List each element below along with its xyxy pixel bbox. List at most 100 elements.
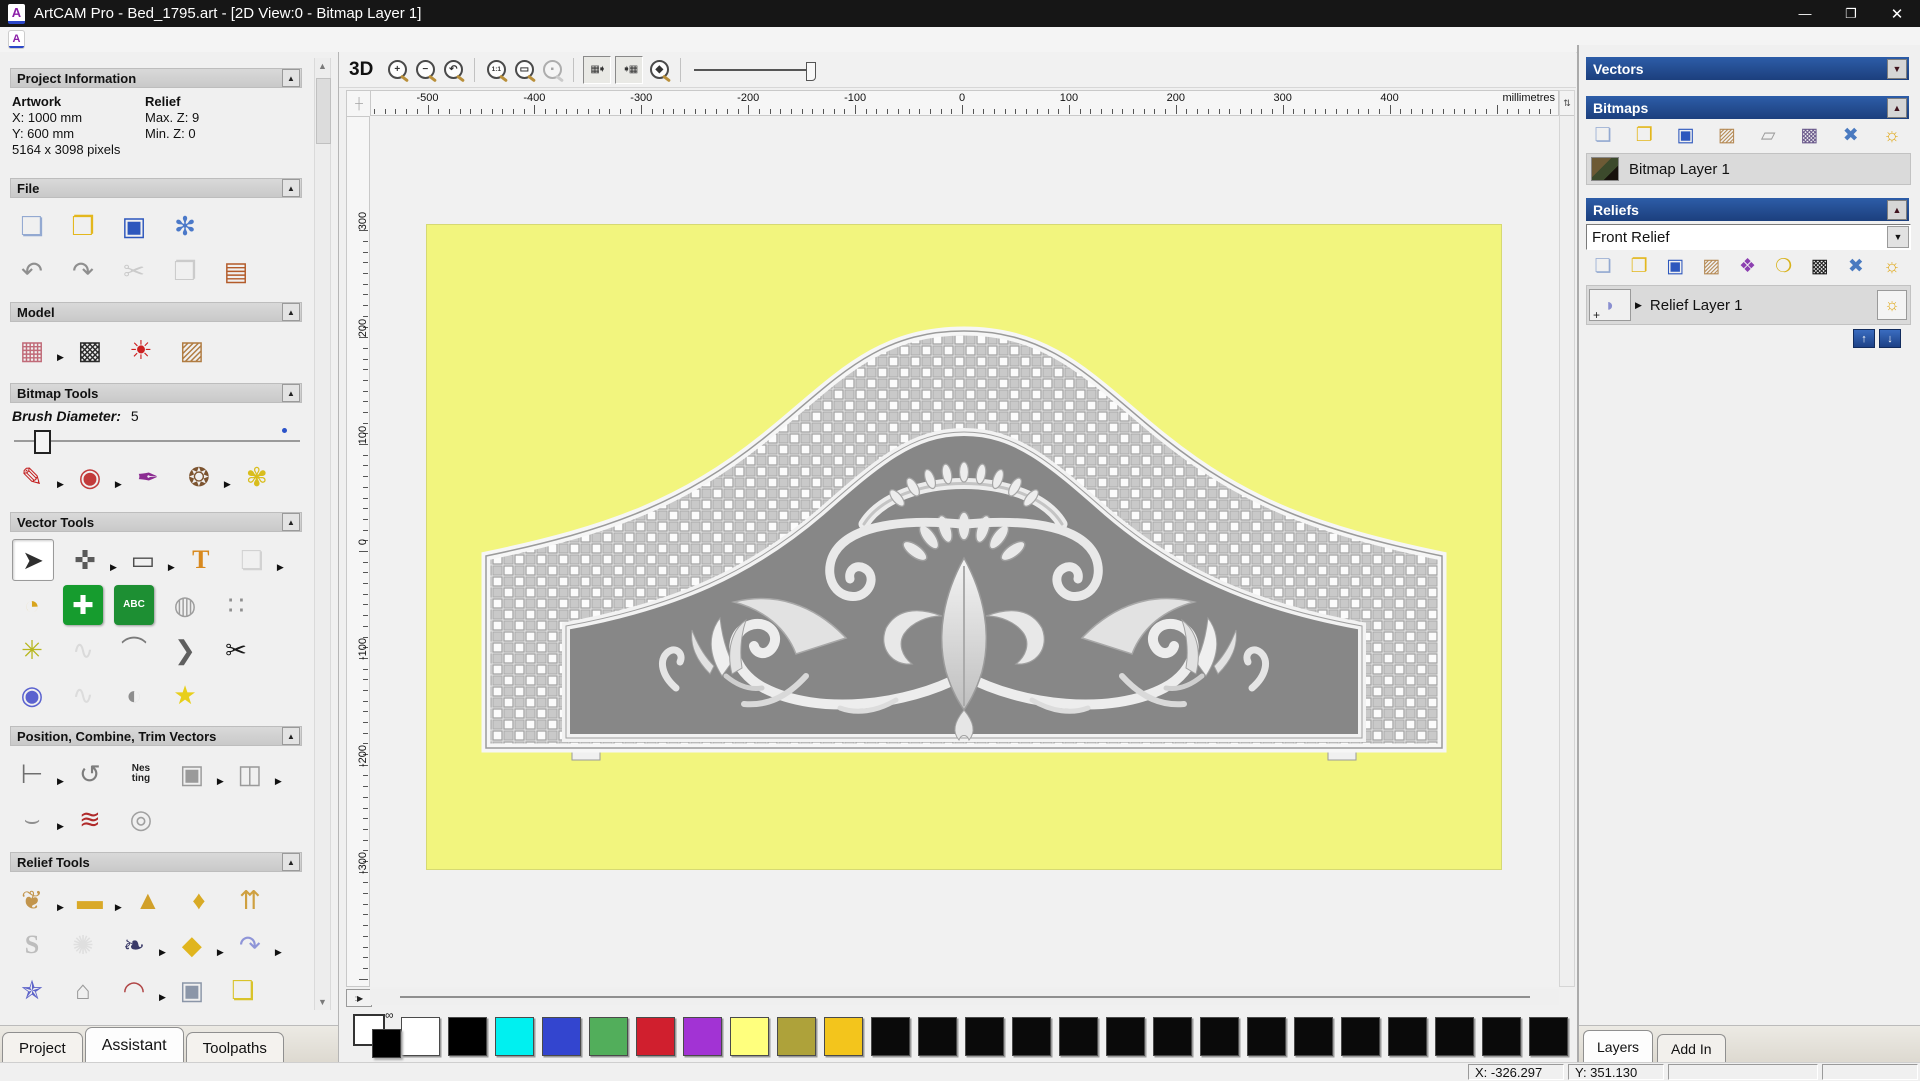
- zoom-in-button-icon[interactable]: +: [384, 57, 410, 83]
- open-relief-layer-icon[interactable]: ❐: [1626, 253, 1652, 279]
- maximize-icon[interactable]: ❐: [1828, 0, 1874, 27]
- face-wizard-icon[interactable]: ❧: [114, 925, 154, 965]
- merge-relief-layer-icon[interactable]: ▨: [1698, 253, 1724, 279]
- visibility-bulb-icon[interactable]: ☼: [1877, 290, 1907, 320]
- section-header-file[interactable]: File ▲: [10, 178, 302, 198]
- collapse-icon[interactable]: ▲: [282, 513, 300, 531]
- combine-relief-layers-icon[interactable]: ❖: [1735, 253, 1761, 279]
- move-layer-down-icon[interactable]: ↓: [1879, 329, 1901, 348]
- flyout-arrow-icon[interactable]: ▶: [275, 776, 282, 787]
- offset-relief-icon[interactable]: ↷: [230, 925, 270, 965]
- create-polyline-icon[interactable]: ✚: [63, 585, 103, 625]
- snap-points-icon[interactable]: ∷: [216, 585, 256, 625]
- chevron-down-icon[interactable]: ▼: [1887, 226, 1909, 248]
- contrast-slider[interactable]: [694, 60, 822, 81]
- vectors-header[interactable]: Vectors ▼: [1586, 57, 1909, 80]
- greyscale-relief-view-icon[interactable]: ▩: [1807, 253, 1833, 279]
- toggle-vector-visibility-button[interactable]: ➧▦: [615, 55, 644, 84]
- slider-handle[interactable]: [34, 430, 51, 454]
- tab-add-in[interactable]: Add In: [1657, 1034, 1726, 1063]
- section-header-relief-tools[interactable]: Relief Tools ▲: [10, 852, 302, 872]
- sculpting-icon[interactable]: S: [12, 925, 52, 965]
- node-editing-icon[interactable]: ✳: [12, 630, 52, 670]
- section-header-position-combine-trim[interactable]: Position, Combine, Trim Vectors ▲: [10, 726, 302, 746]
- colour-swatch[interactable]: [1388, 1016, 1427, 1056]
- colour-swatch[interactable]: [1294, 1016, 1333, 1056]
- relief-layer-row[interactable]: ◗ + ▶ Relief Layer 1 ☼: [1586, 285, 1911, 325]
- paste-text-block-icon[interactable]: ABC: [114, 585, 154, 625]
- swept-profile-icon[interactable]: ◠: [114, 970, 154, 1010]
- canvas-horizontal-scrollbar[interactable]: [370, 989, 1559, 1005]
- delete-bitmap-layer-icon[interactable]: ✖: [1838, 122, 1864, 148]
- colour-swatch[interactable]: [495, 1016, 534, 1056]
- colour-swatch[interactable]: [1106, 1016, 1145, 1056]
- colour-swatch[interactable]: [918, 1016, 957, 1056]
- ruler-origin-icon[interactable]: ┼: [346, 90, 372, 118]
- tab-layers[interactable]: Layers: [1583, 1030, 1654, 1063]
- scrollbar-thumb[interactable]: [400, 996, 1530, 998]
- create-mesh-icon[interactable]: ◍: [165, 585, 205, 625]
- ruler-toggle-icon[interactable]: ⇅: [1560, 91, 1574, 116]
- left-panel-scrollbar[interactable]: ▲ ▼: [314, 58, 331, 1010]
- flyout-arrow-icon[interactable]: ▶: [217, 776, 224, 787]
- tab-assistant[interactable]: Assistant: [84, 1027, 184, 1062]
- create-star-icon[interactable]: ★: [165, 675, 205, 715]
- section-header-project-information[interactable]: Project Information ▲: [10, 68, 302, 88]
- join-vectors-icon[interactable]: ⌣: [12, 799, 52, 839]
- flyout-arrow-icon[interactable]: ▶: [115, 902, 122, 913]
- zoom-1to1-button-icon[interactable]: 1:1: [483, 57, 509, 83]
- measure-tool-icon[interactable]: ◔: [12, 585, 52, 625]
- flyout-arrow-icon[interactable]: ▶: [277, 562, 284, 573]
- scroll-down-icon[interactable]: ▼: [315, 994, 330, 1010]
- colour-swatch[interactable]: [1529, 1016, 1568, 1056]
- flyout-arrow-icon[interactable]: ▶: [1635, 300, 1642, 311]
- create-text-icon[interactable]: T: [181, 540, 221, 580]
- paste-icon[interactable]: ▤: [216, 251, 256, 291]
- collapse-icon[interactable]: ▲: [282, 179, 300, 197]
- text-on-curve-icon[interactable]: ↺: [70, 754, 110, 794]
- zoom-previous-button-icon[interactable]: ↶: [440, 57, 466, 83]
- relief-layer-thumbnail[interactable]: ◗ +: [1589, 289, 1631, 322]
- flyout-arrow-icon[interactable]: ▶: [168, 562, 175, 573]
- flyout-arrow-icon[interactable]: ▶: [57, 902, 64, 913]
- collapse-icon[interactable]: ▲: [282, 853, 300, 871]
- emboss-relief-icon[interactable]: ▣: [172, 970, 212, 1010]
- colour-swatch[interactable]: [448, 1016, 487, 1056]
- nesting-icon[interactable]: Nes ting: [121, 754, 161, 794]
- bitmap-image-icon[interactable]: ▩: [1796, 122, 1822, 148]
- section-header-vector-tools[interactable]: Vector Tools ▲: [10, 512, 302, 532]
- bitmap-to-vector-icon[interactable]: ✾: [237, 457, 277, 497]
- collapse-icon[interactable]: ▲: [282, 727, 300, 745]
- relief-layer-name[interactable]: Relief Layer 1: [1650, 297, 1743, 314]
- colour-swatch[interactable]: [1012, 1016, 1051, 1056]
- link-colours-icon[interactable]: ∞: [385, 1008, 394, 1022]
- model-lighting-icon[interactable]: ☀: [121, 330, 161, 370]
- toggle-bitmap-visibility-button[interactable]: ▦➧: [583, 55, 612, 84]
- tab-project[interactable]: Project: [2, 1032, 83, 1062]
- redo-icon[interactable]: ↷: [63, 251, 103, 291]
- create-shape-icon[interactable]: ▬: [70, 880, 110, 920]
- relief-artwork[interactable]: [426, 224, 1502, 870]
- weld-vectors-icon[interactable]: ◫: [230, 754, 270, 794]
- collapse-icon[interactable]: ▲: [282, 69, 300, 87]
- colour-swatch[interactable]: [1435, 1016, 1474, 1056]
- flyout-arrow-icon[interactable]: ▶: [57, 479, 64, 490]
- flyout-arrow-icon[interactable]: ▶: [57, 821, 64, 832]
- colour-swatch[interactable]: [401, 1016, 440, 1056]
- toggle-all-bitmap-visibility-icon[interactable]: ☼: [1879, 122, 1905, 148]
- iso-form-icon[interactable]: ⌂: [63, 970, 103, 1010]
- colour-swatch[interactable]: [1059, 1016, 1098, 1056]
- flyout-arrow-icon[interactable]: ▶: [224, 479, 231, 490]
- unwrap-vectors-icon[interactable]: ◎: [121, 799, 161, 839]
- open-model-icon[interactable]: ❐: [63, 206, 103, 246]
- zoom-out-button-icon[interactable]: −: [412, 57, 438, 83]
- document-icon[interactable]: A: [9, 31, 24, 48]
- new-model-icon[interactable]: ❏: [12, 206, 52, 246]
- toggle-all-relief-visibility-icon[interactable]: ☼: [1879, 253, 1905, 279]
- extrude-relief-icon[interactable]: ⇈: [230, 880, 270, 920]
- relief-clipart-icon[interactable]: ❦: [12, 880, 52, 920]
- collapse-icon[interactable]: ▲: [282, 303, 300, 321]
- canvas-vertical-scrollbar[interactable]: ⇅: [1559, 90, 1575, 987]
- pick-colour-icon[interactable]: ✒: [128, 457, 168, 497]
- colour-swatch[interactable]: [1247, 1016, 1286, 1056]
